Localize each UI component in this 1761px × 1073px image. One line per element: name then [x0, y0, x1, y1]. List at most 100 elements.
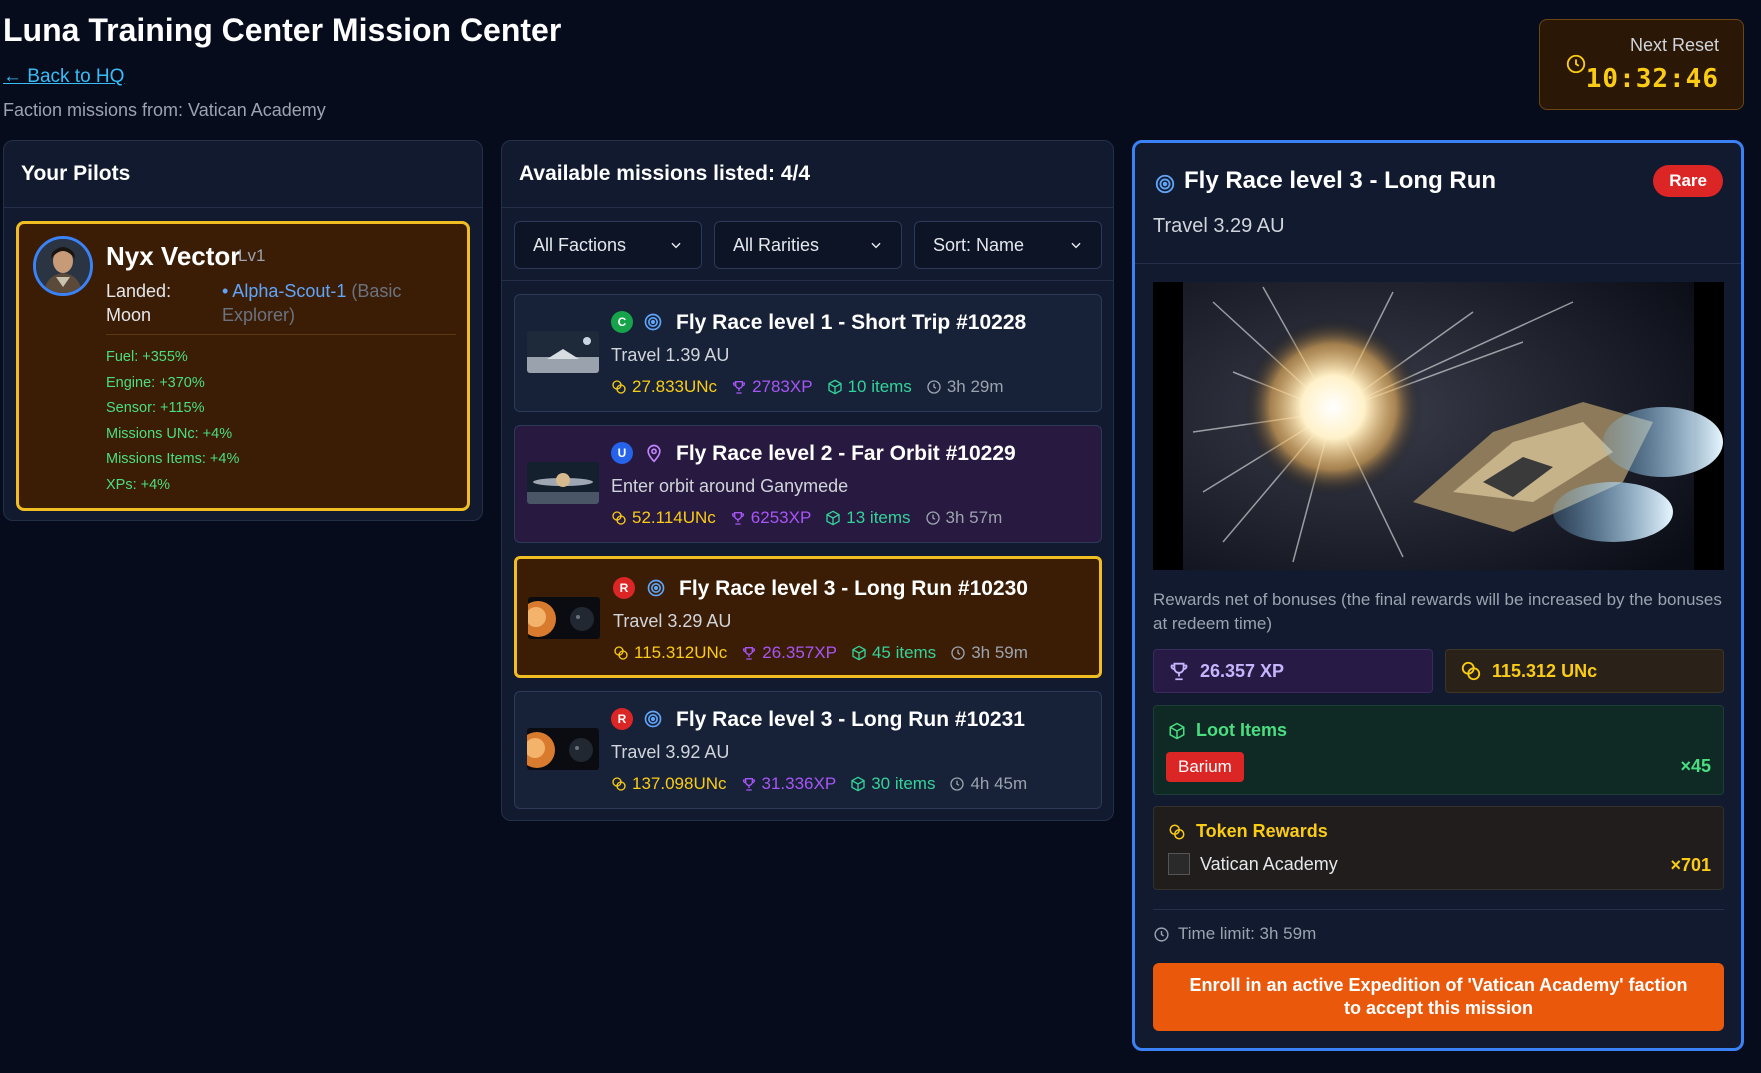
stat-missions-unc: Missions UNc: +4%: [106, 425, 233, 442]
token-count: ×701: [1670, 855, 1711, 875]
coins-icon: [612, 777, 626, 791]
loot-items-title: Loot Items: [1196, 720, 1288, 740]
mission-stats: 115.312UNc 26.357XP 45 items 3h 59m: [613, 643, 1028, 663]
faction-logo: [1168, 853, 1190, 875]
mission-title: Fly Race level 1 - Short Trip #10228: [676, 311, 1027, 334]
pilot-landed-status: Landed: Moon: [106, 281, 172, 325]
mission-unc-value: 137.098UNc: [632, 774, 727, 793]
mission-items-value: 45 items: [871, 643, 937, 662]
pilot-card[interactable]: Nyx Vector Lv1 Landed: Moon • Alpha-Scou…: [16, 221, 470, 511]
stat-fuel: Fuel: +355%: [106, 349, 188, 365]
page-title: Luna Training Center Mission Center: [3, 12, 562, 48]
mission-xp: 2783XP: [731, 377, 813, 397]
mission-unc: 27.833UNc: [611, 377, 717, 397]
mission-card[interactable]: C Fly Race level 1 - Short Trip #10228 T…: [514, 294, 1102, 412]
loot-items-section: Loot Items Barium ×45: [1153, 705, 1724, 795]
rarity-badge: C: [611, 311, 633, 333]
mission-time-value: 4h 45m: [970, 774, 1028, 793]
mission-xp: 6253XP: [730, 508, 812, 528]
mission-thumbnail: [527, 728, 599, 770]
pilot-level: Lv1: [238, 246, 266, 265]
next-reset-box: Next Reset 10:32:46: [1539, 19, 1744, 110]
stat-xps: XPs: +4%: [106, 476, 171, 493]
box-icon: [852, 645, 866, 661]
loot-item-badge: Barium: [1166, 752, 1244, 782]
stat-engine: Engine: +370%: [106, 374, 205, 391]
faction-filter[interactable]: All Factions: [514, 221, 702, 269]
clock-icon: [1154, 926, 1169, 942]
trophy-icon: [742, 778, 755, 791]
back-to-hq-link[interactable]: ← Back to HQ: [3, 66, 124, 88]
token-name: Vatican Academy: [1200, 853, 1338, 874]
mission-stats: 27.833UNc 2783XP 10 items 3h 29m: [611, 377, 1004, 397]
mission-items-value: 13 items: [846, 508, 911, 527]
enroll-button[interactable]: Enroll in an active Expedition of 'Vatic…: [1153, 963, 1724, 1031]
trophy-icon: [732, 381, 746, 394]
chevron-down-icon: [671, 242, 681, 249]
mission-items: 13 items: [825, 508, 911, 528]
coins-icon: [612, 380, 626, 394]
xp-reward-value: 26.357 XP: [1200, 660, 1285, 681]
clock-icon: [1566, 54, 1586, 74]
time-limit: Time limit: 3h 59m: [1153, 924, 1316, 944]
mission-xp: 31.336XP: [741, 774, 837, 794]
mission-stats: 52.114UNc 6253XP 13 items 3h 57m: [611, 508, 1002, 528]
target-icon: [647, 579, 665, 597]
rewards-note: Rewards net of bonuses (the final reward…: [1153, 590, 1722, 633]
pilot-name: Nyx Vector: [106, 241, 241, 271]
xp-reward: 26.357 XP: [1153, 649, 1433, 693]
trophy-icon: [731, 512, 744, 525]
mission-xp-value: 6253XP: [750, 508, 812, 527]
mission-card[interactable]: R Fly Race level 3 - Long Run #10231 Tra…: [514, 691, 1102, 809]
mission-thumbnail: [528, 597, 600, 639]
mission-thumbnail: [527, 331, 599, 373]
mission-time: 3h 29m: [926, 377, 1004, 397]
mission-details-panel: Fly Race level 3 - Long Run Rare Travel …: [1132, 140, 1744, 1051]
divider: [1135, 263, 1741, 264]
missions-header: Available missions listed: 4/4: [502, 141, 1113, 208]
pilots-panel: Your Pilots Nyx Vector Lv1 Landed: Moon …: [3, 140, 483, 521]
rarity-badge: R: [613, 577, 635, 599]
coins-icon: [614, 646, 628, 660]
stat-missions-items: Missions Items: +4%: [106, 451, 240, 467]
trophy-icon: [743, 647, 756, 660]
mission-unc-value: 52.114UNc: [632, 508, 716, 527]
pilot-ship: • Alpha-Scout-1 (Basic Explorer): [222, 279, 442, 327]
sort-select[interactable]: Sort: Name: [914, 221, 1102, 269]
mission-card[interactable]: U Fly Race level 2 - Far Orbit #10229 En…: [514, 425, 1102, 543]
trophy-icon: [1170, 662, 1188, 681]
unc-reward: 115.312 UNc: [1445, 649, 1724, 693]
mission-time: 3h 59m: [950, 643, 1028, 663]
next-reset-label: Next Reset: [1629, 35, 1719, 55]
pilot-stats: Fuel: +355% Engine: +370% Sensor: +115% …: [106, 345, 239, 498]
faction-filter-label: All Factions: [533, 234, 627, 255]
ship-name[interactable]: • Alpha-Scout-1: [222, 281, 346, 301]
loot-item-count: ×45: [1680, 756, 1711, 776]
mission-xp-value: 31.336XP: [761, 774, 837, 793]
coins-icon: [1461, 661, 1481, 681]
clock-icon: [950, 777, 965, 791]
time-limit-text: Time limit: 3h 59m: [1178, 924, 1317, 943]
chevron-down-icon: [871, 242, 881, 249]
rarity-filter[interactable]: All Rarities: [714, 221, 902, 269]
details-subtitle: Travel 3.29 AU: [1153, 215, 1285, 237]
mission-unc: 115.312UNc: [613, 643, 727, 663]
box-icon: [827, 379, 842, 395]
token-reward-row: Vatican Academy: [1168, 853, 1338, 875]
chevron-down-icon: [1071, 242, 1081, 249]
mission-unc: 52.114UNc: [611, 508, 716, 528]
mission-subtitle: Enter orbit around Ganymede: [611, 476, 849, 496]
clock-icon: [927, 380, 941, 394]
coins-icon: [1169, 824, 1185, 839]
mission-title: Fly Race level 3 - Long Run #10230: [679, 577, 1028, 600]
clock-icon: [951, 646, 965, 660]
mission-unc-value: 115.312UNc: [634, 643, 728, 662]
mission-time: 3h 57m: [925, 508, 1003, 528]
mission-xp-value: 26.357XP: [762, 643, 837, 662]
mission-time-value: 3h 59m: [971, 643, 1028, 662]
details-title: Fly Race level 3 - Long Run: [1184, 167, 1497, 194]
mission-time-value: 3h 57m: [945, 508, 1003, 527]
rarity-badge: U: [611, 442, 633, 464]
rarity-badge: Rare: [1653, 165, 1723, 197]
mission-card-selected[interactable]: R Fly Race level 3 - Long Run #10230 Tra…: [514, 556, 1102, 678]
